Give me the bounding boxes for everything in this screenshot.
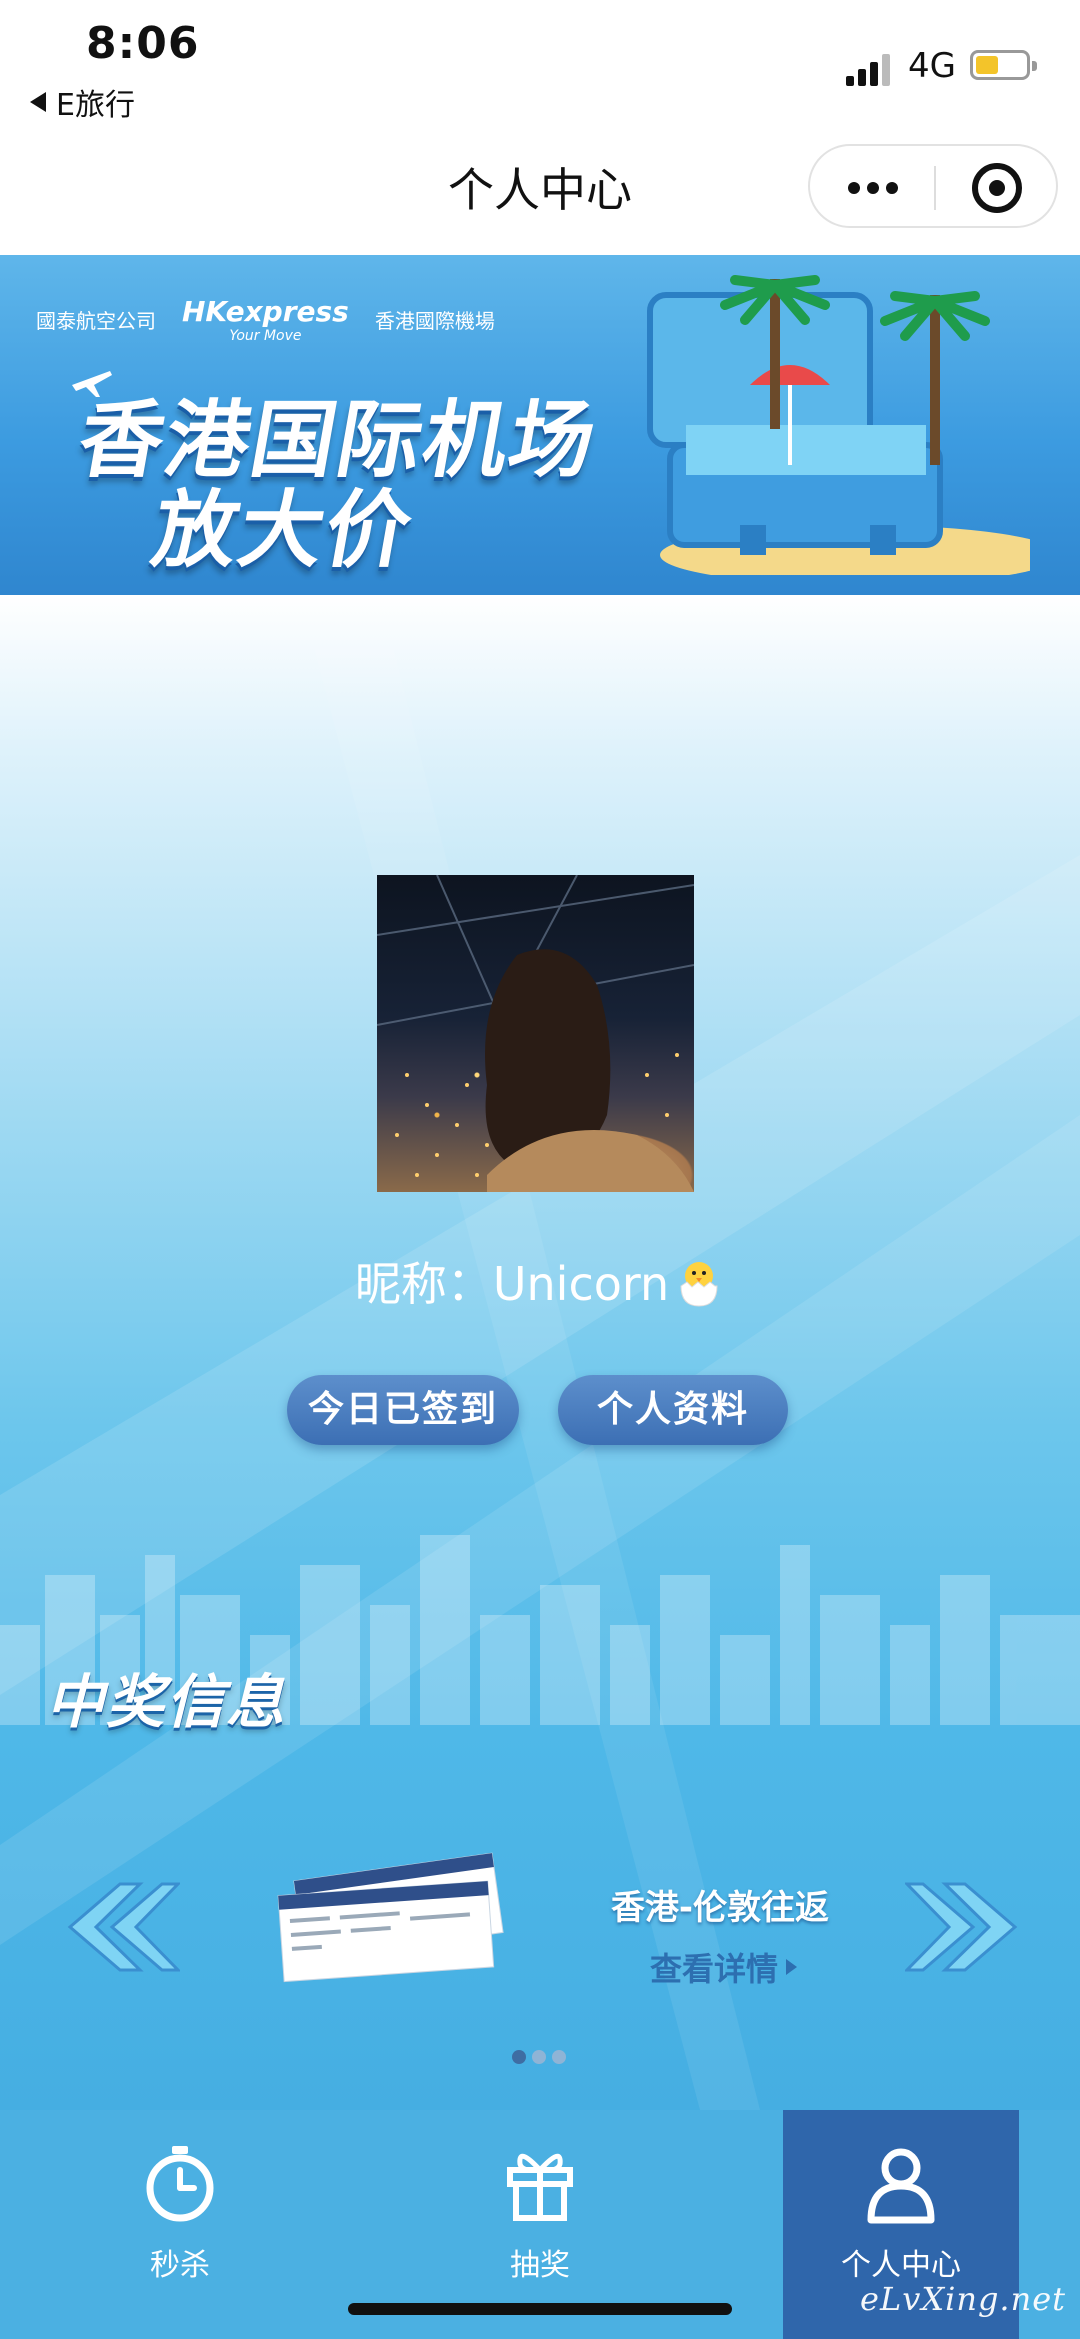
avatar[interactable] <box>377 875 694 1192</box>
prize-route: 香港-伦敦往返 <box>610 1888 830 1928</box>
nickname-value: Unicorn <box>492 1257 670 1311</box>
carousel-pager <box>512 2050 566 2064</box>
cathay-logo: 國泰航空公司 <box>36 309 156 333</box>
nickname-line: 昵称：Unicorn <box>0 1248 1080 1314</box>
air-ticket-illustration <box>277 1852 504 1983</box>
back-arrow-icon <box>30 92 46 112</box>
user-icon <box>867 2148 935 2224</box>
hatching-chick-icon <box>680 1262 718 1307</box>
battery-low-icon <box>970 50 1037 80</box>
stopwatch-icon <box>146 2146 214 2222</box>
pager-dot[interactable] <box>552 2050 566 2064</box>
view-details-link[interactable]: 查看详情 <box>650 1944 798 1990</box>
back-app-label: E旅行 <box>56 88 135 123</box>
suitcase-pool-illustration <box>647 275 1030 575</box>
promo-banner[interactable]: 國泰航空公司 HKexpress Your Move 香港國際機場 香港国际机场… <box>0 255 1080 595</box>
status-time: 8:06 <box>86 18 200 69</box>
banner-title-line-1: 香港国际机场 <box>71 391 605 489</box>
hkia-logo: 香港國際機場 <box>374 309 495 333</box>
signin-today-button[interactable]: 今日已签到 <box>287 1375 519 1445</box>
hkexpress-slogan: Your Move <box>229 328 302 344</box>
tab-label: 个人中心 <box>841 2248 961 2283</box>
back-to-app-link[interactable]: E旅行 <box>30 80 135 124</box>
hkexpress-logo: HKexpress Your Move <box>182 295 349 344</box>
banner-title-line-2: 放大价 <box>145 481 421 579</box>
home-indicator[interactable] <box>348 2303 732 2315</box>
nickname-label: 昵称： <box>354 1257 493 1311</box>
miniprogram-capsule <box>808 144 1058 228</box>
pager-dot[interactable] <box>532 2050 546 2064</box>
partner-logos: 國泰航空公司 HKexpress Your Move 香港國際機場 <box>36 295 495 344</box>
nav-bar: 个人中心 <box>0 140 1080 255</box>
prize-info-title: 中奖信息 <box>46 1668 287 1736</box>
network-type: 4G <box>908 46 956 86</box>
status-bar: 8:06 E旅行 4G <box>0 0 1080 140</box>
pager-dot[interactable] <box>512 2050 526 2064</box>
target-circle-icon[interactable] <box>972 163 1022 213</box>
avatar-photo <box>377 875 694 1192</box>
tab-label: 秒杀 <box>150 2248 210 2283</box>
play-triangle-icon <box>786 1959 798 1975</box>
carousel-next-icon[interactable] <box>905 1880 1035 1974</box>
personal-info-button[interactable]: 个人资料 <box>558 1375 788 1445</box>
gift-icon <box>507 2153 573 2221</box>
signal-bars-icon <box>846 52 896 86</box>
capsule-divider <box>934 166 936 210</box>
hkexpress-logo-text: HKexpress <box>182 295 349 328</box>
carousel-prev-icon[interactable] <box>50 1880 180 1974</box>
banner-title: 香港国际机场 放大价 <box>56 391 605 579</box>
tab-seckill[interactable]: 秒杀 <box>30 2110 330 2339</box>
view-details-label: 查看详情 <box>650 1950 779 1988</box>
tab-label: 抽奖 <box>510 2248 570 2283</box>
more-dots-icon[interactable] <box>848 182 898 194</box>
watermark: eLvXing.net <box>860 2280 1066 2318</box>
